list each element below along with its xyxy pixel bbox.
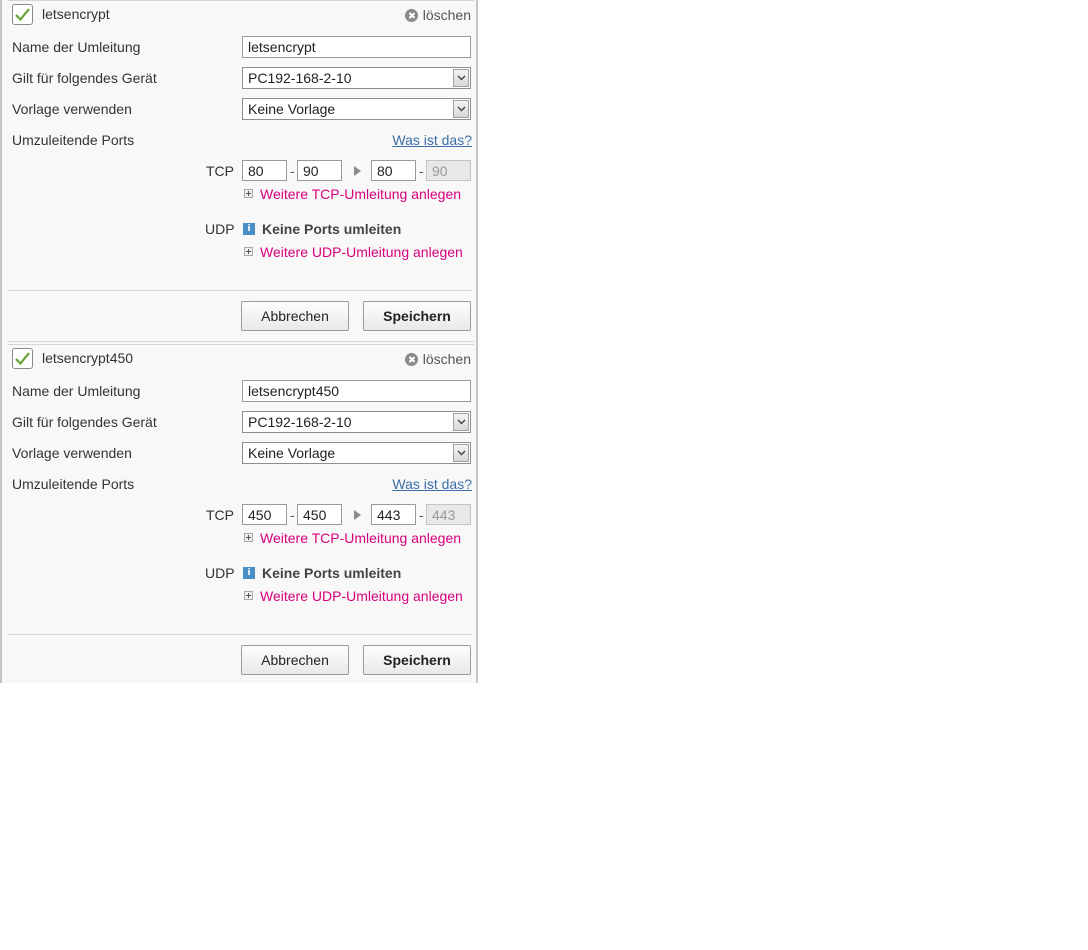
tcp-external-end-input[interactable] [297, 504, 342, 525]
name-label: Name der Umleitung [12, 39, 141, 55]
template-select-value: Keine Vorlage [248, 445, 336, 461]
dropdown-button[interactable] [453, 444, 469, 462]
tcp-internal-end-input [426, 504, 471, 525]
close-circle-icon [404, 352, 418, 366]
tcp-external-end-input[interactable] [297, 160, 342, 181]
add-tcp-forwarding-link[interactable]: Weitere TCP-Umleitung anlegen [260, 186, 461, 202]
plus-icon[interactable] [244, 533, 253, 542]
info-icon: i [243, 223, 255, 235]
info-icon: i [243, 567, 255, 579]
help-link[interactable]: Was ist das? [392, 476, 472, 492]
add-tcp-forwarding-link[interactable]: Weitere TCP-Umleitung anlegen [260, 530, 461, 546]
udp-label: UDP [205, 221, 235, 237]
check-icon [15, 352, 30, 366]
forwarding-rule-2: letsencrypt450 löschen Name der Umleitun… [2, 344, 478, 684]
save-button[interactable]: Speichern [363, 301, 471, 331]
cancel-button[interactable]: Abbrechen [241, 301, 349, 331]
dropdown-button[interactable] [453, 413, 469, 431]
udp-no-ports-text: Keine Ports umleiten [262, 565, 402, 581]
range-dash: - [419, 163, 424, 179]
chevron-down-icon [457, 106, 466, 112]
device-select[interactable]: PC192-168-2-10 [242, 411, 471, 433]
device-select[interactable]: PC192-168-2-10 [242, 67, 471, 89]
device-select-value: PC192-168-2-10 [248, 414, 352, 430]
tcp-external-start-input[interactable] [242, 160, 287, 181]
ports-label: Umzuleitende Ports [12, 132, 135, 148]
tcp-internal-end-input [426, 160, 471, 181]
help-link[interactable]: Was ist das? [392, 132, 472, 148]
rule-title: letsencrypt450 [42, 350, 134, 366]
add-udp-forwarding-link[interactable]: Weitere UDP-Umleitung anlegen [260, 244, 463, 260]
delete-button[interactable]: löschen [404, 6, 471, 24]
rule-title: letsencrypt [42, 6, 110, 22]
tcp-internal-start-input[interactable] [371, 160, 416, 181]
arrow-right-icon [354, 510, 361, 520]
plus-icon[interactable] [244, 189, 253, 198]
tcp-label: TCP [206, 163, 234, 179]
section-divider [8, 634, 472, 635]
delete-label: löschen [422, 351, 471, 367]
device-label: Gilt für folgendes Gerät [12, 70, 157, 86]
chevron-down-icon [457, 419, 466, 425]
template-label: Vorlage verwenden [12, 101, 132, 117]
rule-name-input[interactable] [242, 36, 471, 58]
check-icon [15, 8, 30, 22]
delete-button[interactable]: löschen [404, 350, 471, 368]
template-select-value: Keine Vorlage [248, 101, 336, 117]
device-select-value: PC192-168-2-10 [248, 70, 352, 86]
plus-icon[interactable] [244, 247, 253, 256]
template-select[interactable]: Keine Vorlage [242, 442, 471, 464]
rule-name-input[interactable] [242, 380, 471, 402]
port-forwarding-panel: letsencrypt löschen Name der Umleitung G… [0, 0, 478, 683]
template-label: Vorlage verwenden [12, 445, 132, 461]
udp-label: UDP [205, 565, 235, 581]
range-dash: - [290, 163, 295, 179]
chevron-down-icon [457, 450, 466, 456]
range-dash: - [290, 507, 295, 523]
arrow-right-icon [354, 166, 361, 176]
range-dash: - [419, 507, 424, 523]
dropdown-button[interactable] [453, 100, 469, 118]
plus-icon[interactable] [244, 591, 253, 600]
name-label: Name der Umleitung [12, 383, 141, 399]
tcp-label: TCP [206, 507, 234, 523]
device-label: Gilt für folgendes Gerät [12, 414, 157, 430]
dropdown-button[interactable] [453, 69, 469, 87]
cancel-button[interactable]: Abbrechen [241, 645, 349, 675]
ports-label: Umzuleitende Ports [12, 476, 135, 492]
delete-label: löschen [422, 7, 471, 23]
rule-separator [8, 341, 474, 342]
template-select[interactable]: Keine Vorlage [242, 98, 471, 120]
tcp-external-start-input[interactable] [242, 504, 287, 525]
udp-no-ports-text: Keine Ports umleiten [262, 221, 402, 237]
tcp-internal-start-input[interactable] [371, 504, 416, 525]
section-divider [8, 290, 472, 291]
chevron-down-icon [457, 75, 466, 81]
add-udp-forwarding-link[interactable]: Weitere UDP-Umleitung anlegen [260, 588, 463, 604]
rule-enabled-checkbox[interactable] [12, 348, 33, 369]
forwarding-rule-1: letsencrypt löschen Name der Umleitung G… [2, 0, 478, 340]
save-button[interactable]: Speichern [363, 645, 471, 675]
close-circle-icon [404, 8, 418, 22]
rule-enabled-checkbox[interactable] [12, 4, 33, 25]
